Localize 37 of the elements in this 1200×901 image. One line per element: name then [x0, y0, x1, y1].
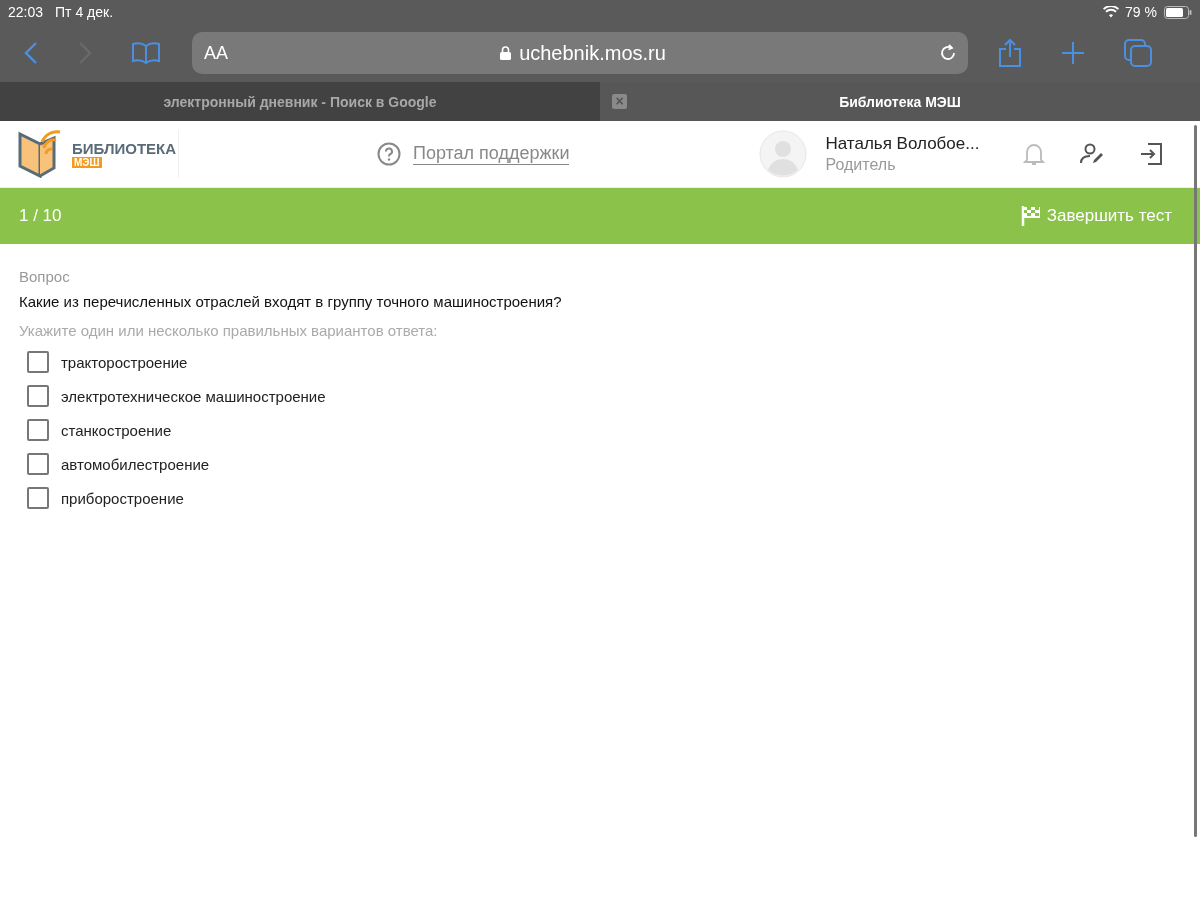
answer-checkbox[interactable] [27, 453, 49, 475]
address-bar[interactable]: AA uchebnik.mos.ru [192, 32, 968, 74]
status-date: Пт 4 дек. [55, 4, 114, 20]
help-icon [377, 142, 401, 166]
book-logo-icon [18, 130, 62, 178]
answer-checkbox[interactable] [27, 385, 49, 407]
logout-icon[interactable] [1139, 142, 1164, 166]
answer-hint: Укажите один или несколько правильных вариантов ответа: [19, 322, 439, 339]
answer-option[interactable]: приборостроение [61, 489, 184, 507]
status-time: 22:03 [8, 4, 44, 20]
answer-checkbox[interactable] [27, 351, 49, 373]
user-role: Родитель [825, 156, 897, 174]
logo-title: БИБЛИОТЕКА [72, 140, 177, 157]
scrollbar[interactable] [1194, 125, 1197, 837]
text-size-button[interactable]: AA [204, 42, 228, 64]
question-counter: 1 / 10 [19, 206, 62, 226]
question-text: Какие из перечисленных отраслей входят в группу точного машиностроения? [19, 293, 563, 310]
answer-checkbox[interactable] [27, 419, 49, 441]
answer-option[interactable]: электротехническое машиностроение [61, 387, 326, 405]
question-label: Вопрос [19, 268, 71, 285]
avatar-icon [759, 130, 808, 178]
battery-percent: 79 % [1125, 4, 1157, 20]
reload-icon[interactable] [938, 43, 958, 63]
answer-option[interactable]: станкостроение [61, 421, 172, 439]
checkered-flag-icon [1020, 205, 1041, 227]
logo-subtitle: МЭШ [72, 157, 102, 168]
edit-profile-icon[interactable] [1079, 142, 1106, 166]
support-portal-link[interactable]: Портал поддержки [413, 143, 570, 165]
wifi-icon [1103, 6, 1120, 18]
battery-icon [1164, 5, 1192, 19]
answer-option[interactable]: тракторостроение [61, 353, 188, 371]
lock-icon [500, 46, 512, 60]
browser-tab[interactable]: электронный дневник - Поиск в Google [0, 82, 600, 121]
url-text: uchebnik.mos.ru [519, 41, 666, 65]
answer-option[interactable]: автомобилестроение [61, 455, 210, 473]
answer-checkbox[interactable] [27, 487, 49, 509]
user-name: Наталья Волобое... [825, 134, 980, 154]
